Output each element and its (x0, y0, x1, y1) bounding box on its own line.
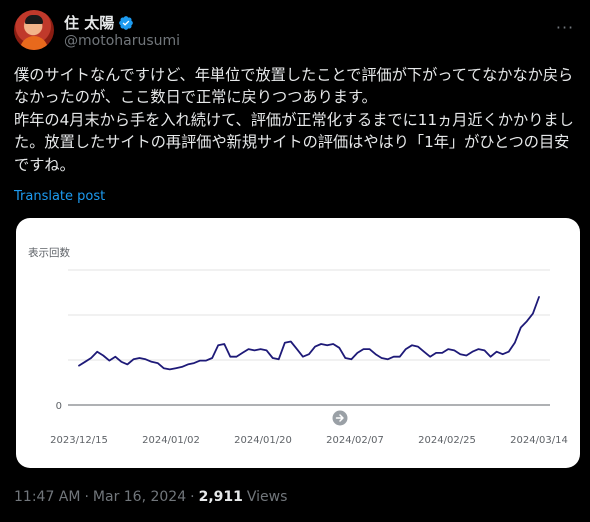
more-options-icon[interactable]: ··· (554, 16, 576, 38)
chart-card[interactable]: 表示回数 0 2023/12/15 2024/01/02 2024/01/20 202… (16, 218, 580, 468)
post-date[interactable]: Mar 16, 2024 (93, 489, 186, 505)
chart-xtick-label: 2023/12/15 (50, 435, 108, 446)
tweet-footer: 11:47 AM · Mar 16, 2024 · 2,911 Views (14, 489, 287, 505)
chart-xtick-label: 2024/01/20 (234, 435, 292, 446)
verified-badge-icon (119, 15, 134, 30)
chart-xtick-label: 2024/01/02 (142, 435, 200, 446)
views-count: 2,911 (198, 489, 243, 505)
chart-xtick-label: 2024/02/07 (326, 435, 384, 446)
chart-xtick-label: 2024/02/25 (418, 435, 476, 446)
author-display-name[interactable]: 住 太陽 (64, 12, 114, 33)
avatar[interactable] (14, 10, 54, 50)
tweet-header: 住 太陽 @motoharusumi ··· (14, 10, 576, 54)
impressions-chart: 表示回数 0 2023/12/15 2024/01/02 2024/01/20 202… (28, 246, 568, 446)
post-time[interactable]: 11:47 AM (14, 489, 80, 505)
chart-ylabel: 表示回数 (28, 246, 70, 259)
views-label: Views (246, 489, 288, 505)
chart-next-button[interactable] (332, 410, 348, 426)
footer-separator: · (84, 489, 89, 505)
author-handle[interactable]: @motoharusumi (64, 33, 180, 49)
translate-post-link[interactable]: Translate post (14, 189, 105, 204)
chart-ytick-label: 0 (56, 401, 62, 412)
author-name-row[interactable]: 住 太陽 (64, 12, 134, 33)
chart-series-line (78, 296, 540, 371)
chart-xtick-label: 2024/03/14 (510, 435, 568, 446)
footer-separator-2: · (190, 489, 195, 505)
tweet-text: 僕のサイトなんですけど、年単位で放置したことで評価が下がっててなかなか戻らなかっ… (14, 66, 574, 174)
